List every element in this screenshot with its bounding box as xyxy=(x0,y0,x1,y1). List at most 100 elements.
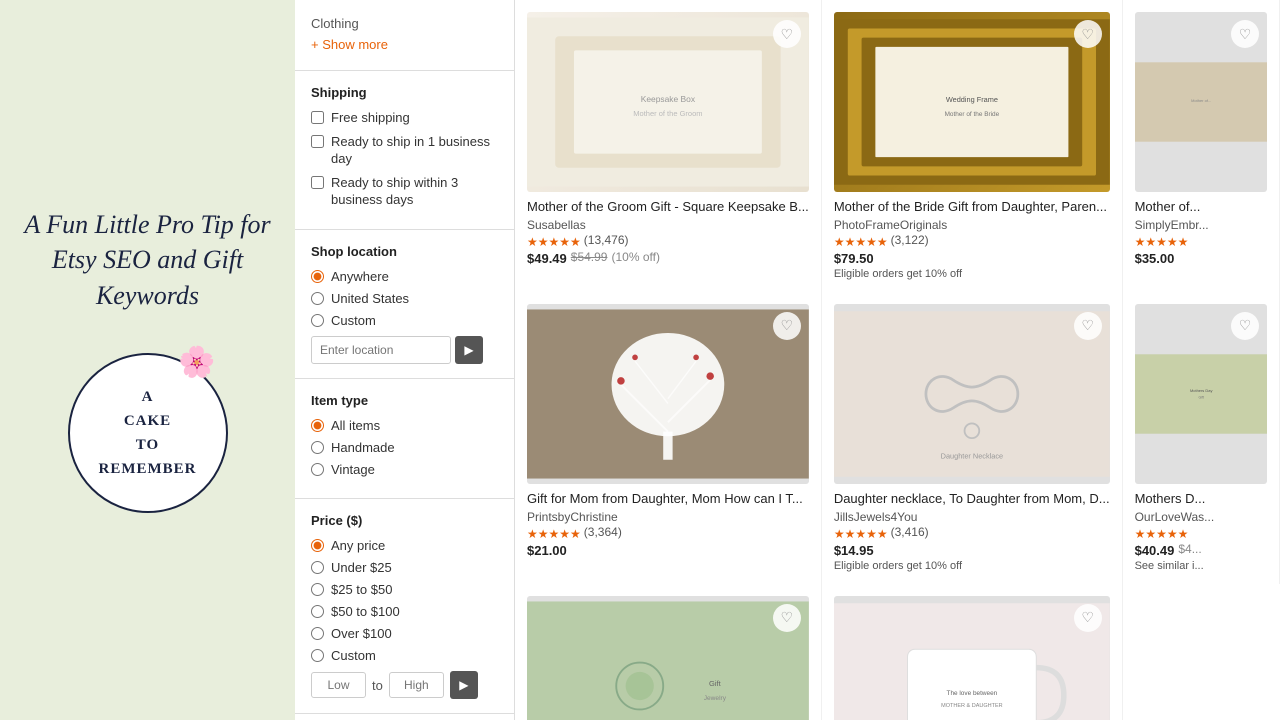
product-reviews: (3,122) xyxy=(891,233,929,247)
product-price: $40.49 xyxy=(1135,543,1175,558)
stars-row: ★★★★★ (3,122) xyxy=(834,232,1110,249)
price-25to50-radio[interactable] xyxy=(311,583,324,596)
product-stars: ★★★★★ xyxy=(1135,527,1189,541)
price-high-input[interactable] xyxy=(389,672,444,698)
show-more-link[interactable]: + Show more xyxy=(311,33,498,56)
location-custom-row: Custom xyxy=(311,313,498,328)
product-price: $14.95 xyxy=(834,543,874,558)
location-anywhere-row: Anywhere xyxy=(311,269,498,284)
product-card: Keepsake Box Mother of the Groom ♡ Mothe… xyxy=(515,0,822,292)
product-title: Mother of... xyxy=(1135,199,1267,216)
item-all-label: All items xyxy=(331,418,380,433)
product-stars: ★★★★★ xyxy=(1135,235,1189,249)
stars-row: ★★★★★ (3,416) xyxy=(834,524,1110,541)
wishlist-button[interactable]: ♡ xyxy=(773,20,801,48)
location-input-row: ▶ xyxy=(311,336,498,364)
wishlist-button[interactable]: ♡ xyxy=(1231,20,1259,48)
price-custom-radio[interactable] xyxy=(311,649,324,662)
price-25to50-label: $25 to $50 xyxy=(331,582,392,597)
price-50to100-label: $50 to $100 xyxy=(331,604,400,619)
svg-text:Mother of the Groom: Mother of the Groom xyxy=(633,109,702,118)
item-vintage-row: Vintage xyxy=(311,462,498,477)
shipping-section: Shipping Free shipping Ready to ship in … xyxy=(295,71,514,230)
svg-text:MOTHER & DAUGHTER: MOTHER & DAUGHTER xyxy=(941,703,1002,709)
product-stars: ★★★★★ xyxy=(834,235,888,249)
location-us-label: United States xyxy=(331,291,409,306)
svg-text:Daughter Necklace: Daughter Necklace xyxy=(940,451,1002,460)
free-shipping-checkbox[interactable] xyxy=(311,111,324,124)
ship-1day-checkbox[interactable] xyxy=(311,135,324,148)
price-over100-label: Over $100 xyxy=(331,626,392,641)
ship-3day-checkbox[interactable] xyxy=(311,176,324,189)
location-custom-radio[interactable] xyxy=(311,314,324,327)
svg-text:Keepsake Box: Keepsake Box xyxy=(641,94,696,104)
promo-title: A Fun Little Pro Tip for Etsy SEO and Gi… xyxy=(20,207,275,312)
product-card: Mother of... ♡ Mother of... SimplyEmbr..… xyxy=(1123,0,1280,292)
wishlist-button[interactable]: ♡ xyxy=(1074,312,1102,340)
product-shop: JillsJewels4You xyxy=(834,510,1110,524)
product-stars: ★★★★★ xyxy=(834,527,888,541)
product-shop: SimplyEmbr... xyxy=(1135,218,1267,232)
product-card: Gift Jewelry ♡ xyxy=(515,584,822,720)
product-shop: Susabellas xyxy=(527,218,809,232)
arrow-right-icon: ▶ xyxy=(464,343,473,357)
product-eligibility: See similar i... xyxy=(1135,560,1267,572)
price-under25-radio[interactable] xyxy=(311,561,324,574)
wishlist-button[interactable]: ♡ xyxy=(1074,604,1102,632)
svg-text:Jewelry: Jewelry xyxy=(704,695,727,702)
location-input[interactable] xyxy=(311,336,451,364)
shipping-3day-row: Ready to ship within 3 business days xyxy=(311,175,498,209)
categories-section: Clothing + Show more xyxy=(295,0,514,71)
wishlist-button[interactable]: ♡ xyxy=(1231,312,1259,340)
product-shop: PhotoFrameOriginals xyxy=(834,218,1110,232)
product-image: Gift Jewelry xyxy=(527,596,809,720)
price-under25-label: Under $25 xyxy=(331,560,392,575)
product-title: Mothers D... xyxy=(1135,491,1267,508)
product-price: $35.00 xyxy=(1135,251,1175,266)
product-eligibility: Eligible orders get 10% off xyxy=(834,268,1110,280)
price-any-row: Any price xyxy=(311,538,498,553)
location-anywhere-radio[interactable] xyxy=(311,270,324,283)
wishlist-button[interactable]: ♡ xyxy=(1074,20,1102,48)
price-low-input[interactable] xyxy=(311,672,366,698)
svg-text:Mother of...: Mother of... xyxy=(1191,98,1211,103)
price-50to100-radio[interactable] xyxy=(311,605,324,618)
price-to-label: to xyxy=(372,678,383,693)
price-range-row: to ▶ xyxy=(311,671,498,699)
product-title: Daughter necklace, To Daughter from Mom,… xyxy=(834,491,1110,508)
product-title: Mother of the Bride Gift from Daughter, … xyxy=(834,199,1110,216)
product-title: Gift for Mom from Daughter, Mom How can … xyxy=(527,491,809,508)
svg-text:Mother of the Bride: Mother of the Bride xyxy=(944,111,999,118)
product-price: $21.00 xyxy=(527,543,567,558)
product-image xyxy=(527,304,809,484)
product-price: $79.50 xyxy=(834,251,874,266)
product-additional-price: $4... xyxy=(1178,542,1201,556)
ship-1day-label: Ready to ship in 1 business day xyxy=(331,134,498,168)
item-vintage-radio[interactable] xyxy=(311,463,324,476)
price-custom-label: Custom xyxy=(331,648,376,663)
price-over100-radio[interactable] xyxy=(311,627,324,640)
product-image: Wedding Frame Mother of the Bride xyxy=(834,12,1110,192)
location-custom-label: Custom xyxy=(331,313,376,328)
location-submit-button[interactable]: ▶ xyxy=(455,336,483,364)
price-any-radio[interactable] xyxy=(311,539,324,552)
shipping-title: Shipping xyxy=(311,85,498,100)
item-all-radio[interactable] xyxy=(311,419,324,432)
left-panel: A Fun Little Pro Tip for Etsy SEO and Gi… xyxy=(0,0,295,720)
price-custom-row: Custom xyxy=(311,648,498,663)
wishlist-button[interactable]: ♡ xyxy=(773,604,801,632)
wishlist-button[interactable]: ♡ xyxy=(773,312,801,340)
product-card: Daughter Necklace ♡ Daughter necklace, T… xyxy=(822,292,1123,584)
rose-icon: 🌸 xyxy=(178,345,215,380)
product-stars: ★★★★★ xyxy=(527,235,581,249)
product-reviews: (3,364) xyxy=(584,525,622,539)
products-grid: Keepsake Box Mother of the Groom ♡ Mothe… xyxy=(515,0,1280,720)
price-submit-button[interactable]: ▶ xyxy=(450,671,478,699)
svg-text:Wedding Frame: Wedding Frame xyxy=(946,95,998,104)
location-us-radio[interactable] xyxy=(311,292,324,305)
logo-circle: 🌸 A Cake To Remember xyxy=(68,353,228,513)
item-handmade-radio[interactable] xyxy=(311,441,324,454)
item-all-row: All items xyxy=(311,418,498,433)
product-image: The love between MOTHER & DAUGHTER xyxy=(834,596,1110,720)
category-clothing[interactable]: Clothing xyxy=(311,14,498,33)
